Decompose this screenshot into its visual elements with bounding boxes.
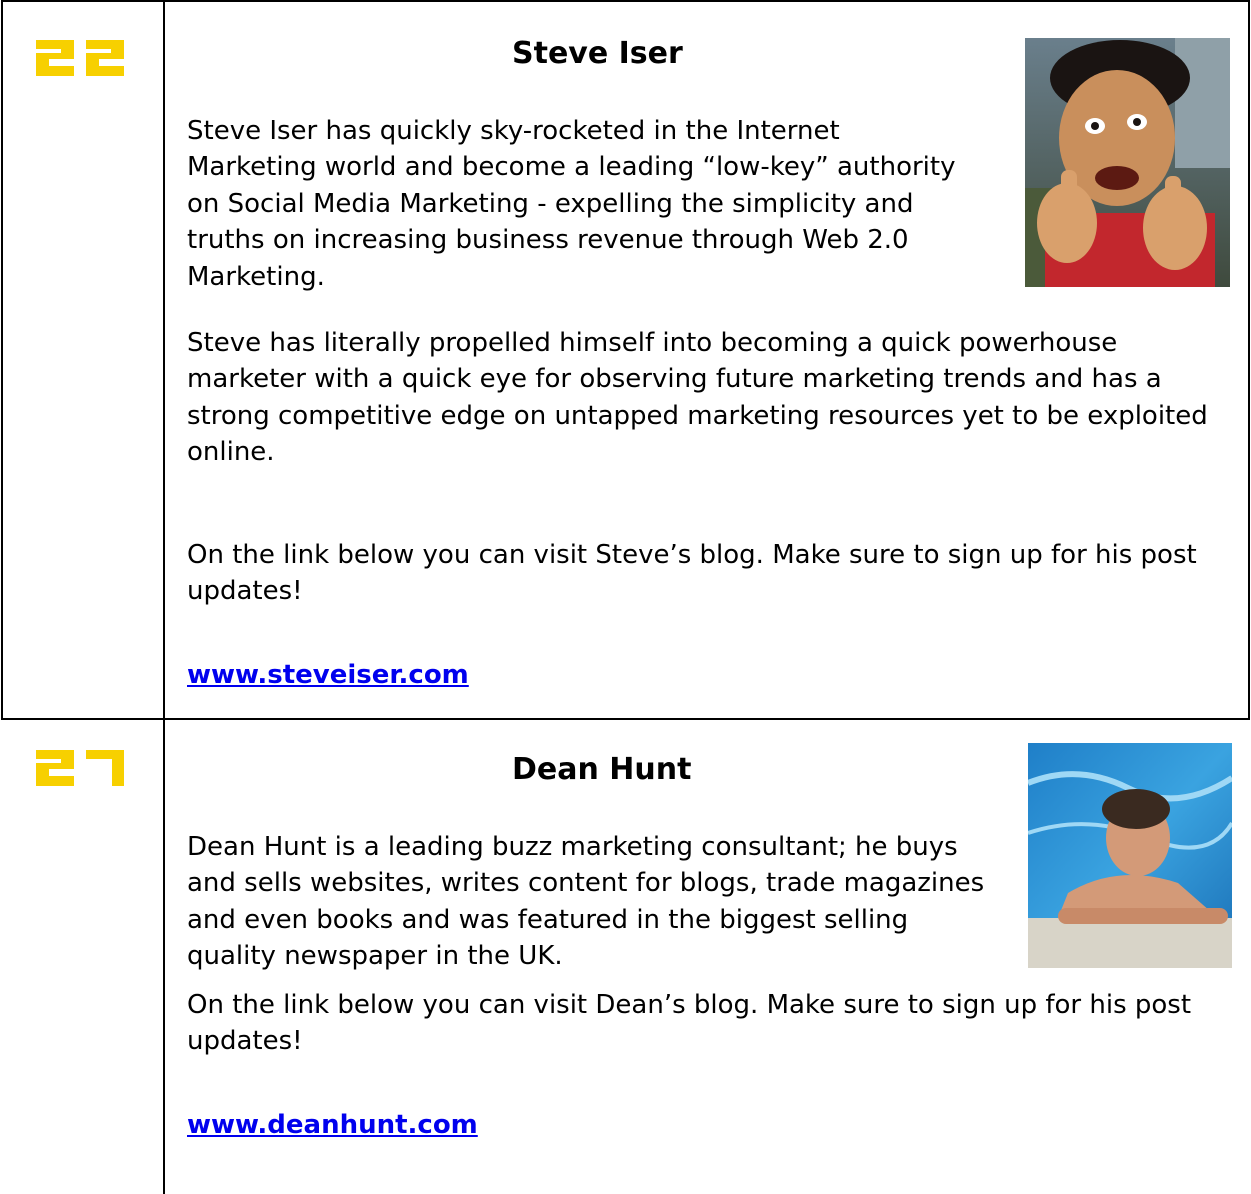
steve-iser-photo: [1025, 38, 1230, 287]
entry-paragraph: On the link below you can visit Dean’s b…: [187, 990, 1192, 1057]
blog-link[interactable]: www.steveiser.com: [187, 660, 469, 690]
table-border-top: [1, 0, 1250, 2]
rank-number-22: 22: [34, 38, 134, 78]
rank-22-digits-icon: [36, 40, 124, 76]
table-column-divider: [163, 0, 165, 1194]
table-row-divider: [1, 718, 1250, 720]
entry-paragraph: Steve has literally propelled himself in…: [187, 328, 1208, 468]
rank-number-21: 21: [34, 748, 134, 788]
entry-paragraph: Dean Hunt is a leading buzz marketing co…: [187, 832, 985, 972]
entry-paragraph: On the link below you can visit Steve’s …: [187, 540, 1197, 607]
rank-21-digits-icon: [36, 750, 124, 786]
entry-paragraph: Steve Iser has quickly sky-rocketed in t…: [187, 116, 956, 292]
article-table: 22 Steve Iser Steve Iser has quickly sky…: [0, 0, 1251, 1194]
table-border-right: [1248, 0, 1250, 720]
blog-link[interactable]: www.deanhunt.com: [187, 1110, 478, 1140]
dean-hunt-photo: [1028, 743, 1232, 968]
table-border-left: [1, 0, 3, 720]
